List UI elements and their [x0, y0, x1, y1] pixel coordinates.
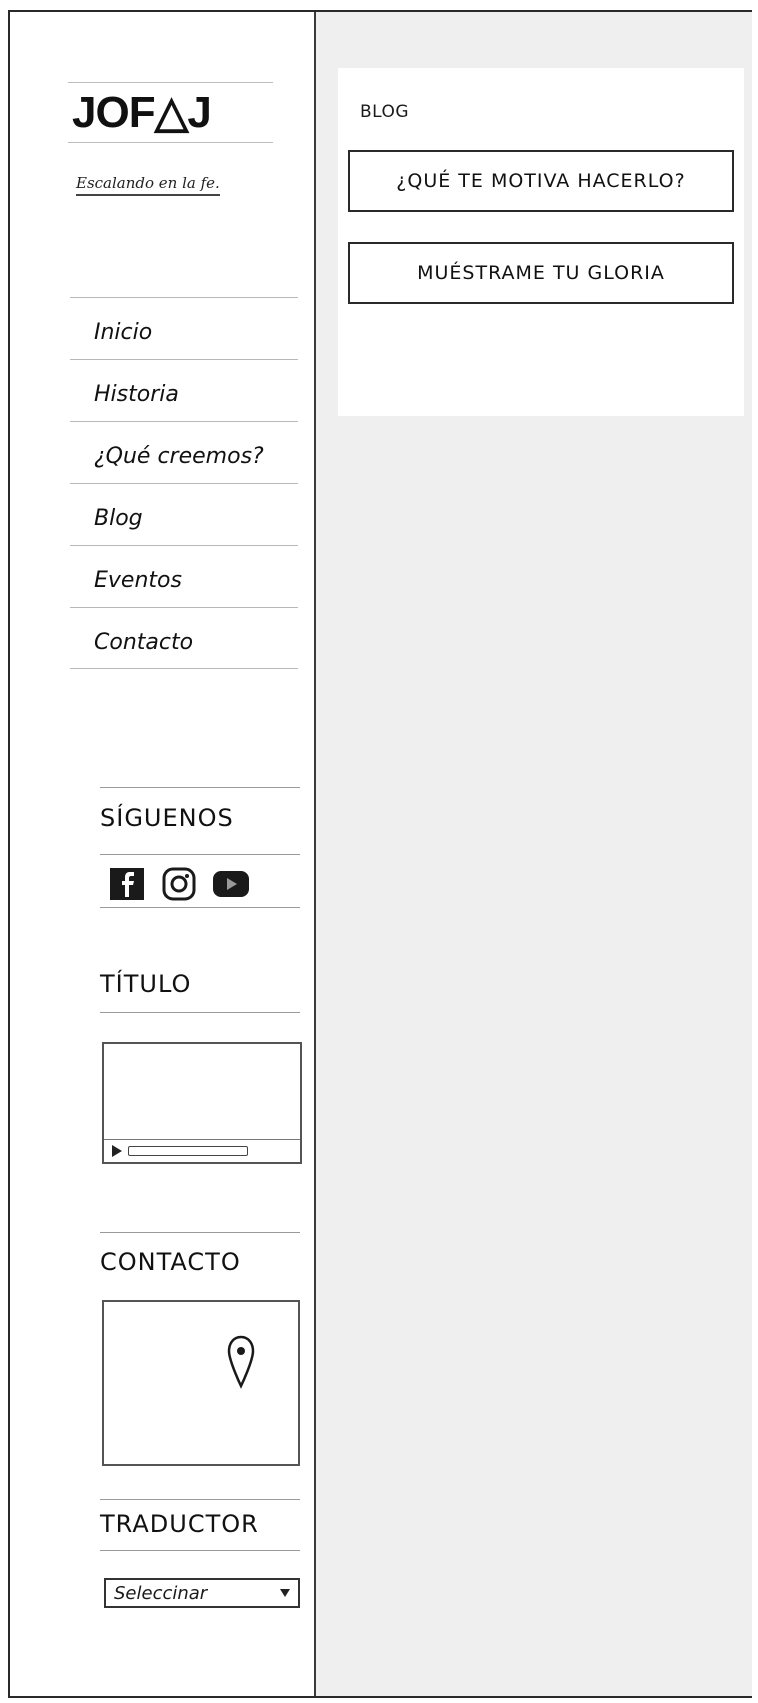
- nav-item-historia[interactable]: Historia: [70, 359, 298, 421]
- nav-item-que-creemos[interactable]: ¿Qué creemos?: [70, 421, 298, 483]
- translator-rule-bottom: [100, 1550, 300, 1551]
- blog-post-2-button[interactable]: MUÉSTRAME TU GLORIA: [348, 242, 734, 304]
- translator-heading: TRADUCTOR: [100, 1510, 259, 1538]
- blog-card: BLOG ¿QUÉ TE MOTIVA HACERLO? MUÉSTRAME T…: [338, 68, 744, 416]
- follow-rule-top: [100, 787, 300, 788]
- main-content: BLOG ¿QUÉ TE MOTIVA HACERLO? MUÉSTRAME T…: [316, 12, 752, 1696]
- video-heading: TÍTULO: [100, 970, 192, 998]
- video-rule: [100, 1012, 300, 1013]
- social-links: [108, 867, 250, 901]
- nav-item-contacto[interactable]: Contacto: [70, 607, 298, 669]
- instagram-icon[interactable]: [160, 867, 198, 901]
- follow-heading: SÍGUENOS: [100, 804, 234, 832]
- blog-post-1-button[interactable]: ¿QUÉ TE MOTIVA HACERLO?: [348, 150, 734, 212]
- map-pin-icon: [226, 1334, 256, 1394]
- play-icon[interactable]: [112, 1145, 122, 1157]
- video-player[interactable]: [102, 1042, 302, 1164]
- facebook-icon[interactable]: [108, 867, 146, 901]
- page-frame: JOF△J Escalando en la fe. Inicio Histori…: [8, 10, 752, 1698]
- contact-heading: CONTACTO: [100, 1248, 241, 1276]
- main-nav: Inicio Historia ¿Qué creemos? Blog Event…: [70, 297, 298, 669]
- site-logo[interactable]: JOF△J: [72, 87, 212, 138]
- logo-rule-top: [68, 82, 273, 83]
- language-select[interactable]: Seleccinar: [104, 1578, 300, 1608]
- sidebar: JOF△J Escalando en la fe. Inicio Histori…: [10, 12, 316, 1696]
- nav-item-blog[interactable]: Blog: [70, 483, 298, 545]
- social-rule: [100, 907, 300, 908]
- youtube-icon[interactable]: [212, 867, 250, 901]
- video-progress-bar[interactable]: [128, 1146, 248, 1156]
- contact-map[interactable]: [102, 1300, 300, 1466]
- language-select-value: Seleccinar: [114, 1582, 208, 1604]
- nav-item-inicio[interactable]: Inicio: [70, 297, 298, 359]
- translator-rule-top: [100, 1499, 300, 1500]
- logo-rule-bottom: [68, 142, 273, 143]
- nav-item-eventos[interactable]: Eventos: [70, 545, 298, 607]
- blog-title: BLOG: [360, 102, 410, 122]
- chevron-down-icon: [280, 1589, 290, 1597]
- video-controls: [104, 1139, 300, 1162]
- follow-rule-bottom: [100, 854, 300, 855]
- contact-rule-top: [100, 1232, 300, 1233]
- site-tagline: Escalando en la fe.: [76, 174, 220, 196]
